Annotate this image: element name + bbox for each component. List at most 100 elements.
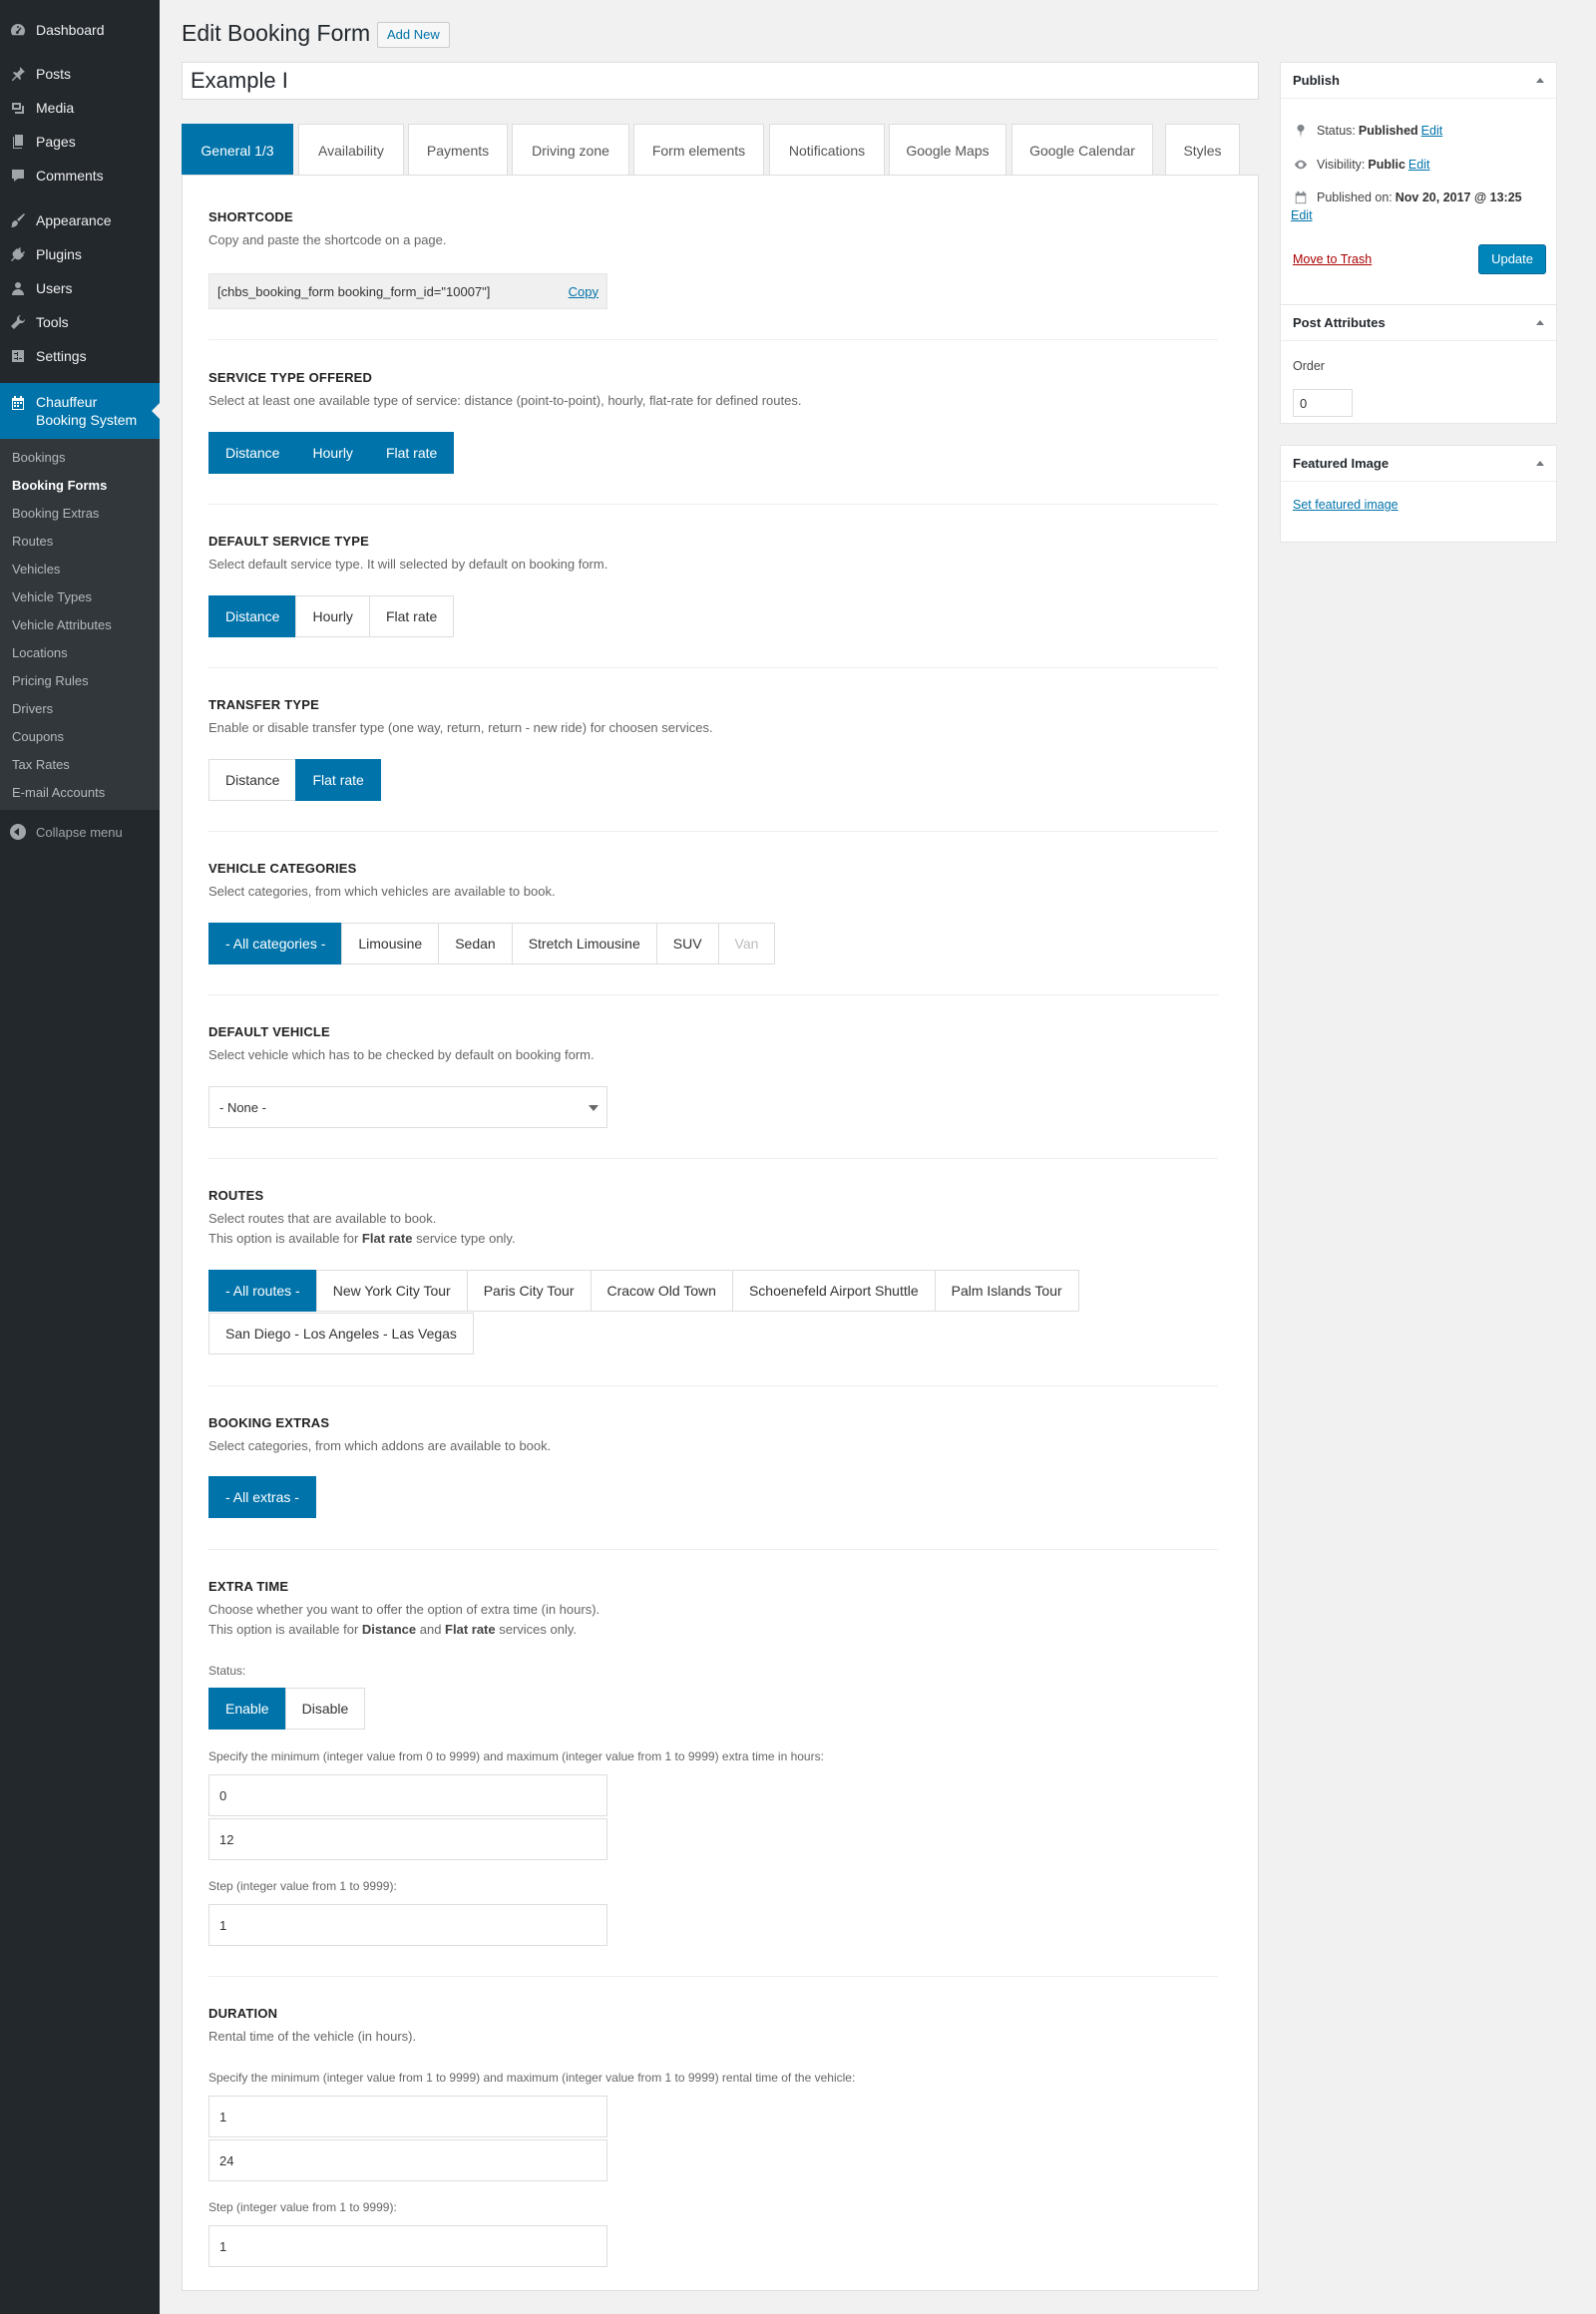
submenu-item-email-accounts[interactable]: E-mail Accounts (12, 785, 105, 800)
order-input[interactable]: 0 (1293, 389, 1353, 417)
copy-shortcode-link[interactable]: Copy (569, 284, 598, 299)
default-service-section: DEFAULT SERVICE TYPE Select default serv… (208, 534, 608, 572)
route-schoenefeld-airport-shuttle[interactable]: Schoenefeld Airport Shuttle (731, 1270, 936, 1312)
edit-visibility-link[interactable]: Edit (1408, 158, 1430, 172)
extra-time-step-input[interactable]: 1 (208, 1904, 607, 1946)
extras-all[interactable]: - All extras - (208, 1476, 316, 1518)
menu-item-chauffeur-booking[interactable]: Chauffeur Booking System (0, 383, 160, 439)
menu-item-users[interactable]: Users (0, 273, 160, 303)
calendar-icon (1293, 190, 1309, 205)
user-icon (10, 280, 26, 296)
shortcode-section: SHORTCODE Copy and paste the shortcode o… (208, 209, 447, 247)
booking-extras-options: - All extras - (208, 1476, 316, 1518)
vehicle-category-van[interactable]: Van (717, 923, 776, 964)
submenu-item-drivers[interactable]: Drivers (12, 701, 53, 716)
route-new-york-city-tour[interactable]: New York City Tour (315, 1270, 468, 1312)
vehicle-category-sedan[interactable]: Sedan (438, 923, 513, 964)
default-service-flat-rate[interactable]: Flat rate (368, 595, 455, 637)
set-featured-image-link[interactable]: Set featured image (1293, 498, 1398, 512)
duration-min-input[interactable]: 1 (208, 2096, 607, 2137)
tab-payments[interactable]: Payments (408, 124, 508, 176)
menu-item-pages[interactable]: Pages (0, 127, 160, 157)
extra-time-enable[interactable]: Enable (208, 1688, 286, 1730)
tab-google-calendar[interactable]: Google Calendar (1011, 124, 1153, 176)
submenu-item-vehicles[interactable]: Vehicles (12, 562, 60, 577)
default-vehicle-section: DEFAULT VEHICLE Select vehicle which has… (208, 1024, 595, 1062)
add-new-button[interactable]: Add New (377, 22, 450, 48)
featured-image-box: Featured Image Set featured image (1280, 445, 1557, 543)
post-title-input[interactable]: Example I (182, 62, 1259, 100)
vehicle-category-all[interactable]: - All categories - (208, 923, 343, 964)
attributes-toggle-icon[interactable] (1536, 320, 1544, 325)
submenu-item-bookings[interactable]: Bookings (12, 450, 65, 465)
extra-time-disable[interactable]: Disable (284, 1688, 366, 1730)
route-cracow-old-town[interactable]: Cracow Old Town (590, 1270, 733, 1312)
route-paris-city-tour[interactable]: Paris City Tour (466, 1270, 592, 1312)
tab-general[interactable]: General 1/3 (182, 124, 293, 176)
submenu-item-booking-extras[interactable]: Booking Extras (12, 506, 99, 521)
service-type-hourly[interactable]: Hourly (295, 432, 370, 474)
menu-item-posts[interactable]: Posts (0, 59, 160, 89)
tab-notifications[interactable]: Notifications (769, 124, 885, 176)
duration-section: DURATION Rental time of the vehicle (in … (208, 2006, 417, 2044)
edit-status-link[interactable]: Edit (1421, 124, 1443, 138)
chevron-down-icon (589, 1105, 598, 1116)
publish-toggle-icon[interactable] (1536, 78, 1544, 83)
extra-time-section: EXTRA TIME Choose whether you want to of… (208, 1579, 600, 1637)
menu-item-settings[interactable]: Settings (0, 341, 160, 371)
tab-google-maps[interactable]: Google Maps (889, 124, 1006, 176)
submenu-item-pricing-rules[interactable]: Pricing Rules (12, 673, 89, 688)
submenu-item-vehicle-types[interactable]: Vehicle Types (12, 589, 92, 604)
transfer-type-distance[interactable]: Distance (208, 759, 297, 801)
menu-item-tools[interactable]: Tools (0, 307, 160, 337)
service-type-flat-rate[interactable]: Flat rate (368, 432, 455, 474)
menu-item-plugins[interactable]: Plugins (0, 239, 160, 269)
tab-driving-zone[interactable]: Driving zone (512, 124, 629, 176)
shortcode-box: [chbs_booking_form booking_form_id="1000… (208, 273, 607, 309)
menu-item-appearance[interactable]: Appearance (0, 205, 160, 235)
routes-options: - All routes - New York City Tour Paris … (208, 1270, 1079, 1312)
publish-date-row: Published on: Nov 20, 2017 @ 13:25 (1293, 190, 1525, 205)
collapse-menu-button[interactable]: Collapse menu (0, 818, 160, 846)
duration-max-input[interactable]: 24 (208, 2139, 607, 2181)
extra-time-min-input[interactable]: 0 (208, 1774, 607, 1816)
transfer-type-flat-rate[interactable]: Flat rate (295, 759, 381, 801)
tab-form-elements[interactable]: Form elements (633, 124, 764, 176)
extra-time-status-label: Status: (208, 1664, 246, 1678)
brush-icon (10, 212, 26, 228)
collapse-icon (10, 824, 26, 840)
submenu-item-booking-forms[interactable]: Booking Forms (12, 478, 107, 493)
media-icon (10, 100, 26, 116)
menu-item-dashboard[interactable]: Dashboard (0, 15, 160, 45)
default-service-hourly[interactable]: Hourly (295, 595, 370, 637)
route-palm-islands-tour[interactable]: Palm Islands Tour (934, 1270, 1079, 1312)
comment-icon (10, 168, 26, 184)
submenu-item-locations[interactable]: Locations (12, 645, 68, 660)
shortcode-text: [chbs_booking_form booking_form_id="1000… (217, 283, 491, 299)
extra-time-max-input[interactable]: 12 (208, 1818, 607, 1860)
vehicle-category-limousine[interactable]: Limousine (341, 923, 440, 964)
booking-extras-section: BOOKING EXTRAS Select categories, from w… (208, 1415, 552, 1453)
route-san-diego-la-las-vegas[interactable]: San Diego - Los Angeles - Las Vegas (208, 1313, 474, 1354)
default-vehicle-select[interactable]: - None - (208, 1086, 607, 1128)
routes-options-row2: San Diego - Los Angeles - Las Vegas (208, 1313, 474, 1354)
submenu-item-coupons[interactable]: Coupons (12, 729, 64, 744)
move-to-trash-link[interactable]: Move to Trash (1293, 252, 1372, 266)
vehicle-category-suv[interactable]: SUV (655, 923, 719, 964)
duration-minmax-label: Specify the minimum (integer value from … (208, 2071, 856, 2085)
duration-step-input[interactable]: 1 (208, 2225, 607, 2267)
service-type-distance[interactable]: Distance (208, 432, 297, 474)
featured-toggle-icon[interactable] (1536, 461, 1544, 466)
default-service-distance[interactable]: Distance (208, 595, 297, 637)
submenu-item-routes[interactable]: Routes (12, 534, 53, 549)
tab-availability[interactable]: Availability (298, 124, 404, 176)
update-button[interactable]: Update (1478, 244, 1546, 274)
route-all[interactable]: - All routes - (208, 1270, 317, 1312)
submenu-item-vehicle-attributes[interactable]: Vehicle Attributes (12, 617, 112, 632)
menu-item-comments[interactable]: Comments (0, 161, 160, 191)
vehicle-category-stretch-limousine[interactable]: Stretch Limousine (511, 923, 657, 964)
edit-date-link[interactable]: Edit (1291, 208, 1313, 222)
submenu-item-tax-rates[interactable]: Tax Rates (12, 757, 70, 772)
menu-item-media[interactable]: Media (0, 93, 160, 123)
tab-styles[interactable]: Styles (1165, 124, 1240, 176)
